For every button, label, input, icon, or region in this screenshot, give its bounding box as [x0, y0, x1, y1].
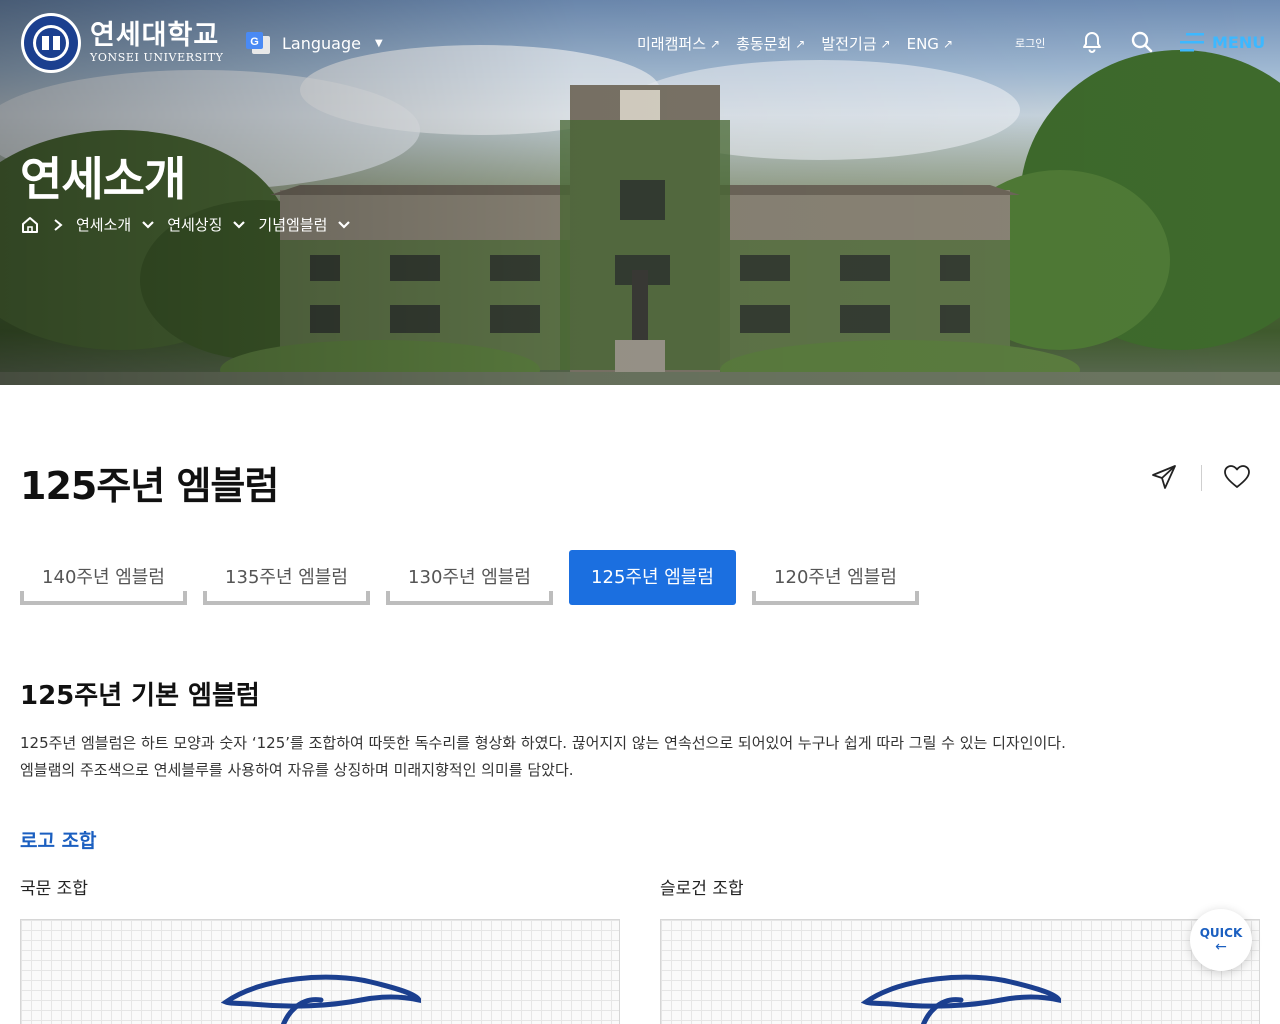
nav-item-label: 발전기금 [821, 35, 877, 53]
breadcrumb-label: 기념엠블럼 [258, 216, 328, 234]
tab-125th-emblem[interactable]: 125주년 엠블럼 [569, 550, 736, 605]
section-title: 125주년 기본 엠블럼 [20, 681, 260, 711]
page-title: 125주년 엠블럼 [20, 464, 279, 508]
login-link[interactable]: 로그인 [1015, 35, 1045, 51]
logo-korean: 연세대학교 [90, 20, 220, 51]
breadcrumb-item-about[interactable]: 연세소개 [76, 214, 155, 235]
top-navigation: 미래캠퍼스 ↗ 총동문회 ↗ 발전기금 ↗ ENG ↗ [637, 33, 953, 54]
slogan-combination-card [660, 919, 1260, 1024]
arrow-left-icon: ← [1215, 939, 1227, 955]
external-link-icon: ↗ [942, 36, 953, 51]
university-logo[interactable]: 연세대학교 YONSEI UNIVERSITY [20, 12, 224, 74]
emblem-125-image [221, 974, 421, 1024]
site-header: 연세대학교 YONSEI UNIVERSITY G Language ▼ 미래캠… [0, 0, 1280, 86]
share-icon[interactable] [1150, 463, 1178, 491]
quick-label: QUICK [1199, 926, 1243, 940]
nav-item-alumni[interactable]: 총동문회 ↗ [736, 33, 805, 54]
nav-item-label: 미래캠퍼스 [637, 35, 707, 53]
university-seal-icon [21, 13, 81, 73]
nav-item-development-fund[interactable]: 발전기금 ↗ [821, 33, 890, 54]
korean-combination-card [20, 919, 620, 1024]
chevron-down-icon [142, 220, 154, 229]
tab-140th-emblem[interactable]: 140주년 엠블럼 [20, 550, 187, 605]
breadcrumb: 연세소개 연세상징 기념엠블럼 [20, 214, 351, 235]
chevron-down-icon [338, 220, 351, 229]
external-link-icon: ↗ [880, 36, 891, 51]
nav-item-mirae-campus[interactable]: 미래캠퍼스 ↗ [637, 33, 720, 54]
description-line: 엠블램의 주조색으로 연세블루를 사용하여 자유를 상징하며 미래지향적인 의미… [20, 761, 574, 779]
logo-text: 연세대학교 YONSEI UNIVERSITY [90, 21, 224, 65]
external-link-icon: ↗ [795, 36, 806, 51]
google-translate-icon: G [246, 32, 270, 54]
breadcrumb-item-emblems[interactable]: 기념엠블럼 [258, 214, 351, 235]
breadcrumb-label: 연세소개 [76, 216, 132, 234]
tab-130th-emblem[interactable]: 130주년 엠블럼 [386, 550, 553, 605]
search-icon[interactable] [1130, 30, 1154, 54]
menu-label: MENU [1212, 32, 1266, 52]
korean-combination-label: 국문 조합 [20, 879, 88, 899]
logo-english: YONSEI UNIVERSITY [90, 51, 224, 64]
nav-item-english[interactable]: ENG ↗ [907, 33, 953, 54]
section-description: 125주년 엠블럼은 하트 모양과 숫자 ‘125’를 조합하여 따뜻한 독수리… [20, 730, 1200, 784]
caret-down-icon: ▼ [374, 37, 383, 49]
quick-menu-button[interactable]: QUICK ← [1190, 909, 1252, 971]
chevron-down-icon [233, 220, 246, 229]
tab-120th-emblem[interactable]: 120주년 엠블럼 [752, 550, 919, 605]
emblem-tabs: 140주년 엠블럼 135주년 엠블럼 130주년 엠블럼 125주년 엠블럼 … [20, 550, 919, 605]
heart-icon[interactable] [1223, 463, 1251, 491]
logo-combination-title: 로고 조합 [20, 830, 97, 852]
language-label: Language [282, 33, 361, 53]
emblem-125-image [861, 974, 1061, 1024]
menu-icon [1180, 33, 1204, 52]
breadcrumb-label: 연세상징 [167, 216, 223, 234]
description-line: 125주년 엠블럼은 하트 모양과 숫자 ‘125’를 조합하여 따뜻한 독수리… [20, 734, 1066, 752]
nav-item-label: 총동문회 [736, 35, 792, 53]
nav-item-label: ENG [906, 34, 939, 53]
tab-135th-emblem[interactable]: 135주년 엠블럼 [203, 550, 370, 605]
chevron-right-icon [54, 218, 63, 231]
home-icon[interactable] [20, 215, 40, 235]
language-selector[interactable]: G Language ▼ [244, 30, 383, 56]
bell-icon[interactable] [1080, 30, 1104, 54]
svg-text:G: G [250, 36, 259, 48]
divider [1201, 465, 1202, 491]
hero-title: 연세소개 [20, 152, 186, 206]
breadcrumb-item-symbols[interactable]: 연세상징 [167, 214, 246, 235]
menu-button[interactable]: MENU [1180, 31, 1265, 53]
slogan-combination-label: 슬로건 조합 [660, 879, 744, 899]
external-link-icon: ↗ [710, 36, 721, 51]
